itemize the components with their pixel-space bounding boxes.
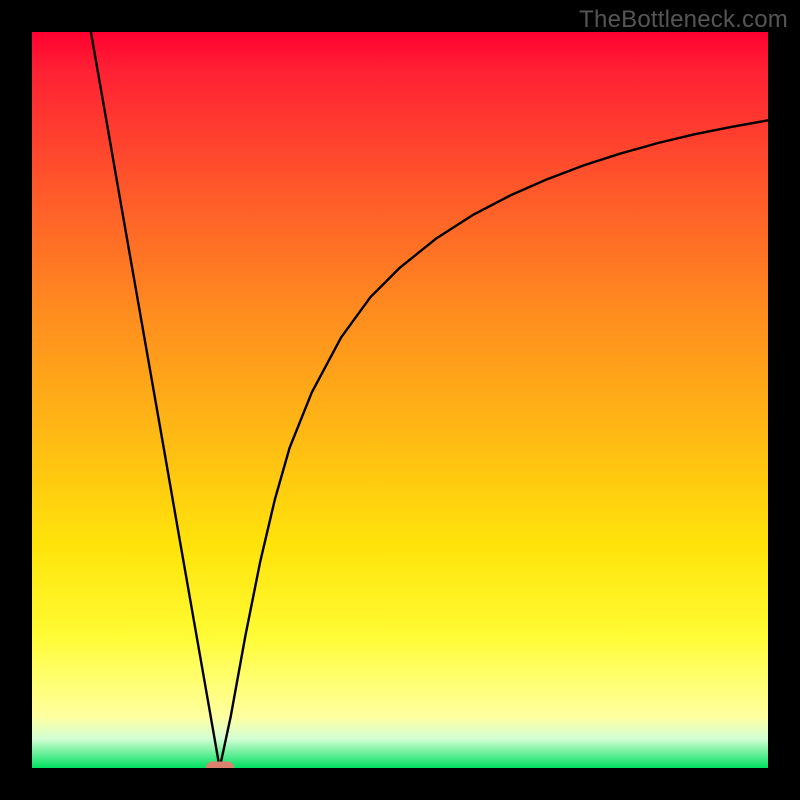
bottleneck-chart: TheBottleneck.com xyxy=(0,0,800,800)
data-curve xyxy=(91,32,768,768)
optimum-marker xyxy=(206,762,234,769)
plot-area xyxy=(32,32,768,768)
watermark-text: TheBottleneck.com xyxy=(579,6,788,34)
curve-layer xyxy=(32,32,768,768)
